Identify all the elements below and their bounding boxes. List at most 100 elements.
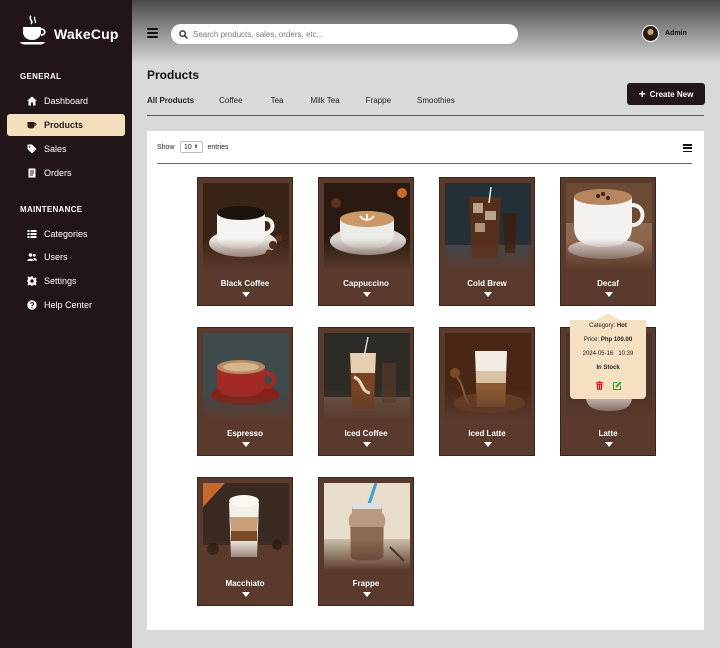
product-name: Espresso (226, 429, 264, 438)
sort-arrows-icon: ⬍ (193, 144, 199, 150)
product-name: Iced Coffee (344, 429, 388, 438)
caret-down-icon[interactable] (242, 592, 250, 597)
category-value: Hot (616, 323, 627, 329)
sidebar-item-orders[interactable]: Orders (7, 162, 125, 184)
caret-down-icon[interactable] (242, 292, 250, 297)
sidebar-item-settings[interactable]: Settings (7, 270, 125, 292)
page-title: Products (147, 68, 200, 82)
sidebar-item-label: Sales (44, 144, 67, 154)
sidebar-item-sales[interactable]: Sales (7, 138, 125, 160)
product-details-popover: Category: Hot Price: Php 100.00 2024-05-… (570, 313, 646, 399)
tab-all-products[interactable]: All Products (147, 96, 194, 105)
product-name: Latte (598, 429, 618, 438)
sidebar-item-label: Products (44, 120, 84, 130)
list-icon (27, 229, 37, 239)
price-row: Price: Php 100.00 (583, 337, 633, 343)
product-card[interactable]: Decaf (560, 177, 656, 306)
product-image (324, 183, 410, 269)
product-image (445, 333, 531, 419)
product-name: Cappuccino (343, 279, 389, 288)
price-value: Php 100.00 (600, 337, 633, 343)
caret-down-icon[interactable] (363, 442, 371, 447)
entries-control: Show 10 ⬍ entries (157, 141, 229, 153)
caret-down-icon[interactable] (605, 442, 613, 447)
create-new-label: Create New (649, 89, 694, 99)
product-image (203, 333, 289, 419)
admin-profile[interactable]: Admin (642, 25, 687, 42)
product-card[interactable]: Cold Brew (439, 177, 535, 306)
sidebar-item-help-center[interactable]: Help Center (7, 294, 125, 316)
question-icon (27, 300, 37, 310)
coffee-logo-icon (20, 15, 46, 45)
tab-frappe[interactable]: Frappe (366, 96, 391, 105)
product-image (324, 333, 410, 419)
product-image (445, 183, 531, 269)
product-image (324, 483, 410, 569)
search-bar[interactable] (171, 24, 518, 44)
tabs-divider (147, 115, 704, 116)
avatar[interactable] (642, 25, 659, 42)
product-card[interactable]: Espresso (197, 327, 293, 456)
product-image (203, 483, 289, 569)
search-input[interactable] (193, 29, 493, 39)
tab-milk-tea[interactable]: Milk Tea (310, 96, 339, 105)
edit-icon[interactable] (612, 381, 622, 390)
caret-down-icon[interactable] (605, 292, 613, 297)
sidebar-item-label: Help Center (44, 300, 93, 310)
users-icon (27, 252, 37, 262)
tab-smoothies[interactable]: Smoothies (417, 96, 455, 105)
create-new-button[interactable]: + Create New (627, 83, 705, 105)
sidebar-item-products[interactable]: Products (7, 114, 125, 136)
sidebar-item-dashboard[interactable]: Dashboard (7, 90, 125, 112)
sidebar-item-users[interactable]: Users (7, 246, 125, 268)
product-card[interactable]: Macchiato (197, 477, 293, 606)
product-card[interactable]: Iced Coffee (318, 327, 414, 456)
section-title-general: GENERAL (20, 72, 62, 81)
brand-name: WakeCup (54, 26, 119, 42)
menu-toggle-icon[interactable] (147, 28, 158, 38)
search-icon (179, 29, 188, 39)
status-row: In Stock (570, 365, 646, 371)
sidebar-item-categories[interactable]: Categories (7, 223, 125, 245)
caret-down-icon[interactable] (484, 292, 492, 297)
home-icon (27, 96, 37, 106)
sidebar-item-label: Dashboard (44, 96, 89, 106)
product-name: Frappe (352, 579, 380, 588)
product-image (566, 183, 652, 269)
tab-tea[interactable]: Tea (271, 96, 284, 105)
product-image (203, 183, 289, 269)
plus-icon: + (638, 87, 646, 101)
receipt-icon (27, 168, 37, 178)
product-card[interactable]: Iced Latte (439, 327, 535, 456)
sidebar-item-label: Users (44, 252, 68, 262)
entries-select[interactable]: 10 ⬍ (179, 141, 203, 153)
product-name: Black Coffee (220, 279, 270, 288)
caret-down-icon[interactable] (363, 292, 371, 297)
brand[interactable]: WakeCup (18, 14, 119, 46)
entries-label: entries (207, 143, 229, 151)
section-title-maintenance: MAINTENANCE (20, 205, 83, 214)
gear-icon (27, 276, 37, 286)
sidebar-item-label: Categories (44, 229, 88, 239)
time-value: 10:39 (618, 351, 634, 357)
product-card[interactable]: Frappe (318, 477, 414, 606)
sidebar-item-label: Orders (44, 168, 72, 178)
category-tabs: All Products Coffee Tea Milk Tea Frappe … (147, 96, 455, 105)
product-name: Decaf (597, 279, 619, 288)
panel-menu-icon[interactable] (683, 144, 692, 152)
caret-down-icon[interactable] (363, 592, 371, 597)
caret-down-icon[interactable] (484, 442, 492, 447)
product-name: Macchiato (225, 579, 265, 588)
product-name: Cold Brew (467, 279, 507, 288)
caret-down-icon[interactable] (242, 442, 250, 447)
product-name: Iced Latte (468, 429, 506, 438)
product-card[interactable]: Black Coffee (197, 177, 293, 306)
tab-coffee[interactable]: Coffee (219, 96, 242, 105)
stock-status: In Stock (596, 365, 620, 371)
delete-icon[interactable] (595, 381, 604, 390)
top-bar: Admin (132, 0, 720, 64)
product-card[interactable]: Cappuccino (318, 177, 414, 306)
timestamp-row: 2024-05-16 10:39 (570, 351, 646, 357)
show-label: Show (157, 143, 175, 151)
sidebar: WakeCup GENERAL Dashboard Products Sales… (0, 0, 132, 648)
